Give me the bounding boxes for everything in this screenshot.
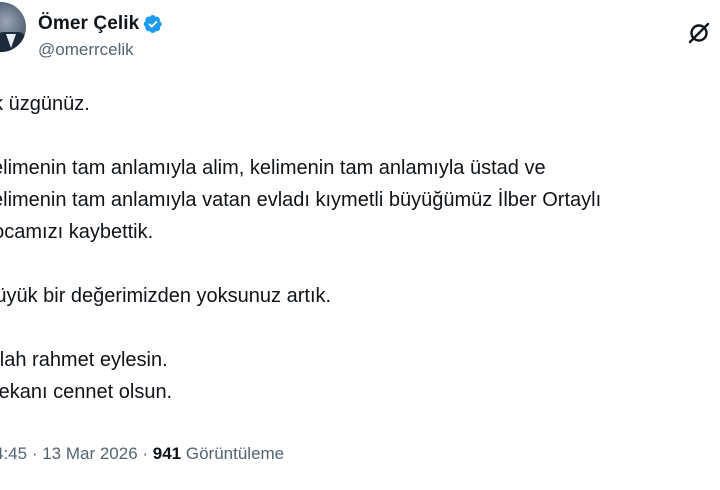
display-name[interactable]: Ömer Çelik <box>38 13 139 35</box>
tweet-meta: 4:45 · 13 Mar 2026 · 941 Görüntüleme <box>0 444 284 464</box>
tweet-line: kelimenin tam anlamıyla alim, kelimenin … <box>0 157 546 179</box>
views-label: Görüntüleme <box>181 444 285 463</box>
tweet-line: hocamızı kaybettik. <box>0 221 154 243</box>
tweet-time[interactable]: 4:45 <box>0 444 27 463</box>
views-count: 941 <box>152 444 182 463</box>
tweet-date[interactable]: 13 Mar 2026 <box>42 444 137 463</box>
verified-badge-icon <box>144 15 163 33</box>
tweet-line: Mekanı cennet olsun. <box>0 381 173 403</box>
tweet-line-spacer <box>0 248 720 280</box>
meta-separator: · <box>137 444 153 463</box>
author-block: Ömer Çelik @omerrcelik <box>38 12 163 60</box>
tweet-line: Büyük bir değerimizden yoksunuz artık. <box>0 285 332 307</box>
tweet-line-spacer <box>0 120 720 152</box>
name-row: Ömer Çelik <box>38 12 163 36</box>
tweet-text: ok üzgünüz. kelimenin tam anlamıyla alim… <box>0 88 720 408</box>
handle[interactable]: @omerrcelik <box>38 40 163 60</box>
tweet-line-spacer <box>0 312 720 344</box>
avatar[interactable] <box>0 2 26 52</box>
tweet-line: ok üzgünüz. <box>0 93 90 115</box>
grok-icon[interactable] <box>686 20 712 46</box>
tweet-card: Ömer Çelik @omerrcelik ok üzgünüz. kelim… <box>0 0 720 490</box>
meta-separator: · <box>27 444 43 463</box>
tweet-line: Allah rahmet eylesin. <box>0 349 168 371</box>
tweet-line: kelimenin tam anlamıyla vatan evladı kıy… <box>0 189 602 211</box>
